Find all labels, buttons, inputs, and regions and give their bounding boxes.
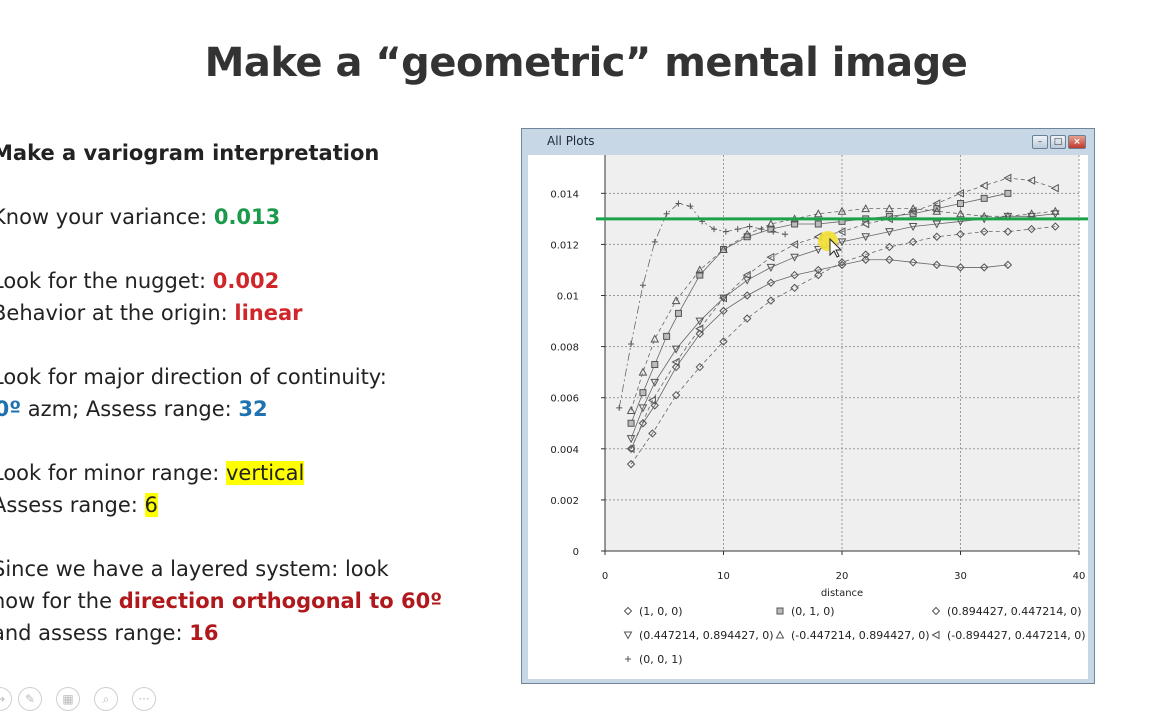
x-tick-label: 30 xyxy=(954,571,967,582)
minor-range-label: Look for minor range: xyxy=(0,461,226,485)
maximize-button[interactable]: □ xyxy=(1050,135,1066,149)
bullet-orthogonal: now for the direction orthogonal to 60º xyxy=(0,585,442,617)
assess-range-value: 6 xyxy=(144,493,158,517)
x-tick-label: 0 xyxy=(602,571,608,582)
close-button[interactable]: × xyxy=(1068,135,1086,149)
more-icon[interactable]: ··· xyxy=(132,687,156,711)
legend-label: (0.447214, 0.894427, 0) xyxy=(639,629,774,642)
nugget-label: Look for the nugget: xyxy=(0,269,213,293)
data-point xyxy=(663,332,671,340)
pen-icon[interactable]: ✎ xyxy=(18,687,42,711)
bullet-assess-range: Assess range: 6 xyxy=(0,489,158,521)
legend-marker xyxy=(931,606,941,616)
data-point xyxy=(1004,189,1012,197)
legend-label: (0.894427, 0.447214, 0) xyxy=(947,605,1082,618)
origin-value: linear xyxy=(234,301,303,325)
legend-label: (0, 0, 1) xyxy=(639,653,683,666)
bullet-origin: Behavior at the origin: linear xyxy=(0,297,303,329)
y-tick-label: 0.006 xyxy=(550,394,579,405)
orthogonal-range-value: 16 xyxy=(189,621,219,645)
y-tick-label: 0.002 xyxy=(550,496,579,507)
legend-marker xyxy=(931,630,940,640)
arrow-icon[interactable]: → xyxy=(0,687,12,711)
window-titlebar[interactable]: All Plots – □ × xyxy=(522,129,1094,155)
orthogonal-range-label: and assess range: xyxy=(0,621,190,645)
y-tick-label: 0.004 xyxy=(550,445,579,456)
legend-label: (-0.894427, 0.447214, 0) xyxy=(947,629,1086,642)
bullet-major-direction: Look for major direction of continuity: xyxy=(0,365,387,389)
bullet-major-range: 60º azm; Assess range: 32 xyxy=(0,393,268,425)
major-direction-value: 60º xyxy=(0,397,22,421)
data-point xyxy=(957,200,964,208)
zoom-icon[interactable]: ⌕ xyxy=(94,687,118,711)
plot-area: 0 10 20 30 40 0 0.002 0.004 0.006 0.008 0.01 0.012 0… xyxy=(528,155,1088,679)
bullet-variogram: Make a variogram interpretation xyxy=(0,141,380,165)
maximize-icon: □ xyxy=(1053,137,1063,147)
assess-range-label: Assess range: xyxy=(0,493,145,517)
minor-range-value: vertical xyxy=(225,461,305,485)
legend-label: (-0.447214, 0.894427, 0) xyxy=(791,629,930,642)
y-tick-label: 0.014 xyxy=(550,189,579,200)
data-point xyxy=(674,309,682,317)
origin-label: Behavior at the origin: xyxy=(0,301,235,325)
legend-marker xyxy=(623,606,633,616)
x-tick-label: 40 xyxy=(1073,571,1086,582)
plot-window: All Plots – □ × 0 10 20 30 40 0 0.002 0.004 0.00… xyxy=(521,128,1095,684)
variogram-chart: 0 10 20 30 40 0 0.002 0.004 0.006 0.008 0.01 0.012 0… xyxy=(550,155,1088,666)
bullet-orthogonal-range: and assess range: 16 xyxy=(0,617,218,649)
data-point xyxy=(639,389,647,397)
major-range-value: 32 xyxy=(238,397,268,421)
minimize-icon: – xyxy=(1037,137,1043,147)
orthogonal-value: direction orthogonal to 60º xyxy=(118,589,443,613)
variance-value: 0.013 xyxy=(213,205,281,229)
variance-label: Know your variance: xyxy=(0,205,214,229)
data-point xyxy=(980,194,988,202)
close-icon: × xyxy=(1073,137,1081,147)
data-point xyxy=(814,220,822,228)
x-tick-label: 10 xyxy=(717,571,730,582)
legend-marker xyxy=(775,630,785,639)
y-tick-label: 0.008 xyxy=(550,343,579,354)
data-point xyxy=(651,360,659,368)
bullet-variance: Know your variance: 0.013 xyxy=(0,201,280,233)
legend-marker xyxy=(625,656,631,662)
bullet-layered: Since we have a layered system: look xyxy=(0,557,389,581)
x-axis-label: distance xyxy=(821,588,863,599)
bullet-minor-range: Look for minor range: vertical xyxy=(0,457,305,489)
legend-marker xyxy=(623,631,633,640)
nugget-value: 0.002 xyxy=(212,269,280,293)
minimize-button[interactable]: – xyxy=(1032,135,1048,149)
data-point xyxy=(627,419,635,427)
bullet-nugget: Look for the nugget: 0.002 xyxy=(0,265,279,297)
legend-marker xyxy=(776,607,784,615)
legend-label: (1, 0, 0) xyxy=(639,605,683,618)
y-tick-label: 0.01 xyxy=(557,292,579,303)
window-title: All Plots xyxy=(547,134,595,148)
legend-label: (0, 1, 0) xyxy=(791,605,835,618)
y-tick-label: 0.012 xyxy=(550,240,579,251)
orthogonal-label: now for the xyxy=(0,589,119,613)
major-range-label: azm; Assess range: xyxy=(21,397,239,421)
slide-title: Make a “geometric” mental image xyxy=(204,40,968,86)
y-tick-label: 0 xyxy=(573,547,579,558)
x-tick-label: 20 xyxy=(836,571,849,582)
slides-icon[interactable]: ▦ xyxy=(56,687,80,711)
